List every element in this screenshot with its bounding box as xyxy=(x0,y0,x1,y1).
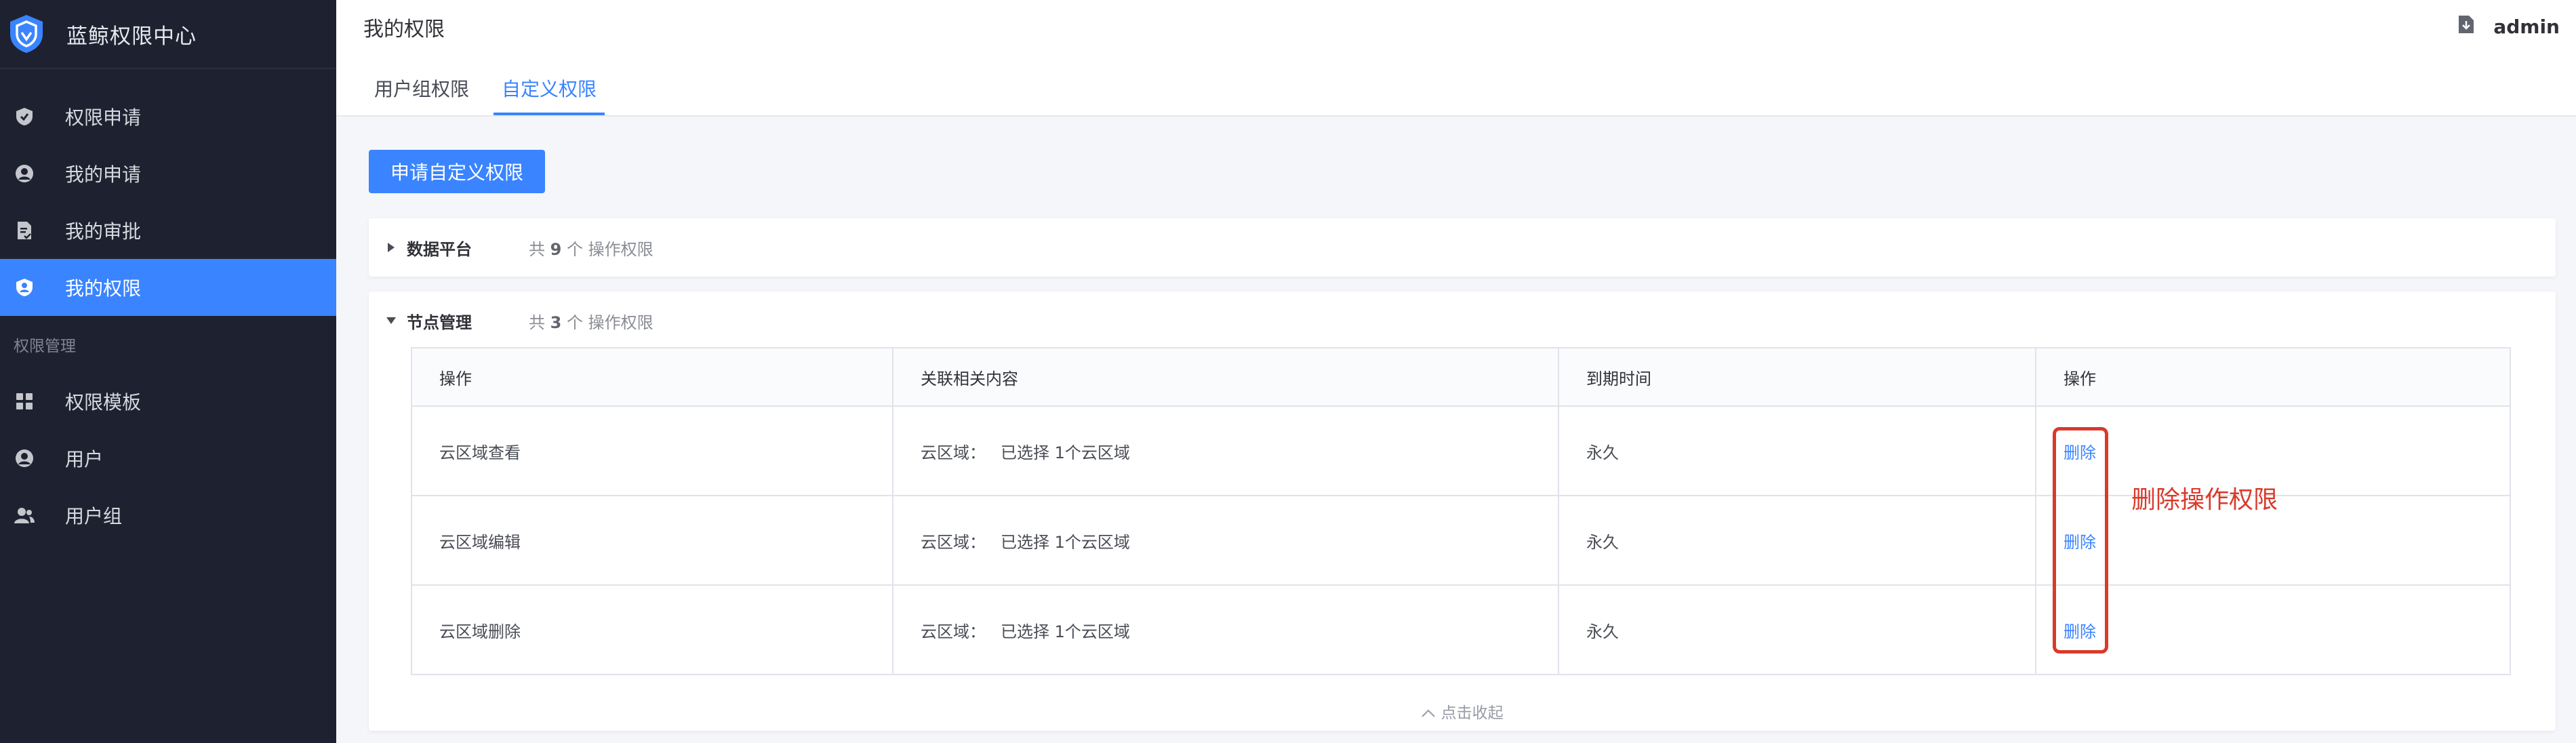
sidebar-group-title: 权限管理 xyxy=(14,338,76,355)
users-icon xyxy=(14,504,35,526)
column-header-expire: 到期时间 xyxy=(1558,347,2036,407)
sidebar-item-label: 权限模板 xyxy=(65,391,142,414)
cell-action: 云区域查看 xyxy=(411,405,893,496)
download-doc-icon[interactable] xyxy=(2458,15,2474,39)
user-name[interactable]: admin xyxy=(2493,16,2560,38)
permission-count: 共 9 个 操作权限 xyxy=(529,239,653,259)
annotation-highlight-box xyxy=(2053,427,2108,654)
sidebar-item-permission-template[interactable]: 权限模板 xyxy=(0,373,336,430)
sidebar: 蓝鲸权限中心 权限申请 我的申请 我的审批 我的权限 权限管理 权限模板 用户 … xyxy=(0,0,336,743)
collapse-toggle[interactable]: 点击收起 xyxy=(369,700,2556,723)
sidebar-item-my-apply[interactable]: 我的申请 xyxy=(0,145,336,202)
permission-panel-data-platform: 数据平台 共 9 个 操作权限 xyxy=(369,218,2556,277)
cell-expire: 永久 xyxy=(1558,584,2036,675)
cell-expire: 永久 xyxy=(1558,495,2036,586)
column-header-operation: 操作 xyxy=(2035,347,2511,407)
system-name: 数据平台 xyxy=(407,239,472,259)
user-menu[interactable]: admin xyxy=(2458,15,2560,39)
column-header-action: 操作 xyxy=(411,347,893,407)
shield-user-icon xyxy=(14,277,35,298)
column-header-related: 关联相关内容 xyxy=(892,347,1559,407)
sidebar-item-permission-apply[interactable]: 权限申请 xyxy=(0,88,336,145)
shield-logo-icon xyxy=(7,12,46,56)
sidebar-item-my-approval[interactable]: 我的审批 xyxy=(0,202,336,259)
chevron-up-icon xyxy=(1421,704,1441,722)
cell-related: 云区域： 已选择 1个云区域 xyxy=(892,584,1559,675)
permission-count: 共 3 个 操作权限 xyxy=(529,313,653,332)
tab-custom-permission[interactable]: 自定义权限 xyxy=(494,61,605,115)
system-name: 节点管理 xyxy=(407,313,472,332)
user-circle-icon xyxy=(14,447,35,469)
caret-down-icon xyxy=(385,317,397,325)
sidebar-item-label: 我的权限 xyxy=(65,277,142,300)
app-title: 蓝鲸权限中心 xyxy=(66,24,197,49)
sidebar-item-label: 用户 xyxy=(65,448,104,470)
cell-action: 云区域编辑 xyxy=(411,495,893,586)
shield-check-icon xyxy=(14,106,35,127)
page-header: 我的权限 admin 用户组权限 自定义权限 xyxy=(336,0,2576,117)
annotation-label: 删除操作权限 xyxy=(2131,486,2278,514)
cell-action: 云区域删除 xyxy=(411,584,893,675)
sidebar-item-label: 我的审批 xyxy=(65,220,142,243)
cell-expire: 永久 xyxy=(1558,405,2036,496)
page-title: 我的权限 xyxy=(363,18,445,41)
collapse-label: 点击收起 xyxy=(1441,704,1504,722)
sidebar-item-user[interactable]: 用户 xyxy=(0,430,336,487)
cell-related: 云区域： 已选择 1个云区域 xyxy=(892,405,1559,496)
panel-header[interactable]: 数据平台 共 9 个 操作权限 xyxy=(369,218,2556,277)
document-check-icon xyxy=(14,220,35,241)
sidebar-item-label: 我的申请 xyxy=(65,163,142,186)
panel-header[interactable]: 节点管理 共 3 个 操作权限 xyxy=(369,292,2556,350)
sidebar-item-label: 用户组 xyxy=(65,505,123,527)
apply-custom-permission-button[interactable]: 申请自定义权限 xyxy=(369,150,545,193)
brand[interactable]: 蓝鲸权限中心 xyxy=(0,0,336,69)
sidebar-item-user-group[interactable]: 用户组 xyxy=(0,487,336,544)
caret-right-icon xyxy=(385,242,397,253)
grid-icon xyxy=(14,390,35,412)
sidebar-nav: 权限申请 我的申请 我的审批 我的权限 权限管理 权限模板 用户 用户组 xyxy=(0,88,336,544)
tab-user-group-permission[interactable]: 用户组权限 xyxy=(374,61,469,115)
table-header-row: 操作 关联相关内容 到期时间 操作 xyxy=(411,347,2511,407)
cell-related: 云区域： 已选择 1个云区域 xyxy=(892,495,1559,586)
user-circle-icon xyxy=(14,163,35,184)
sidebar-item-label: 权限申请 xyxy=(65,106,142,129)
sidebar-item-my-permission[interactable]: 我的权限 xyxy=(0,259,336,316)
tab-bar: 用户组权限 自定义权限 xyxy=(374,61,629,115)
table-row: 云区域删除 云区域： 已选择 1个云区域 永久 删除 xyxy=(411,584,2511,675)
